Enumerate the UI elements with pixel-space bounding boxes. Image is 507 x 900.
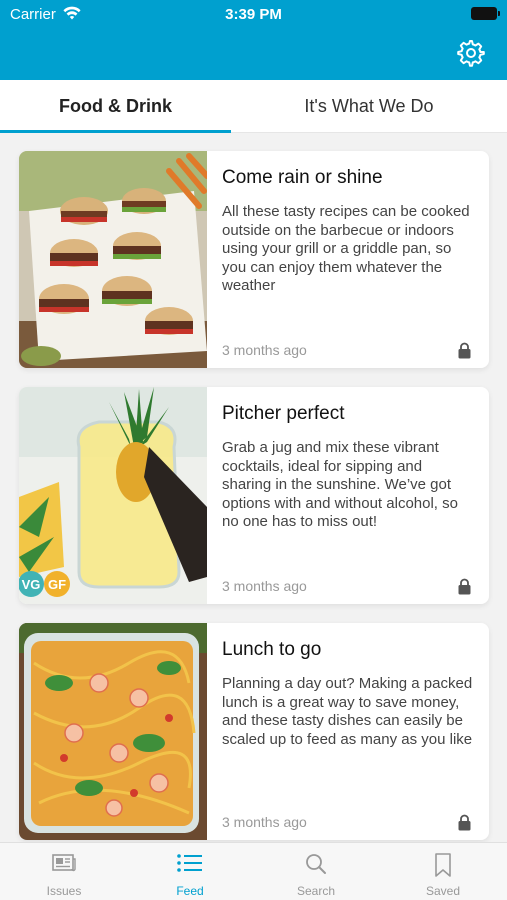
vegan-badge: VG xyxy=(22,577,41,592)
clock: 3:39 PM xyxy=(225,6,282,23)
article-description: Grab a jug and mix these vibrant cocktai… xyxy=(222,439,458,530)
tab-its-what-we-do[interactable]: It's What We Do xyxy=(231,80,507,133)
article-date: 3 months ago xyxy=(222,578,307,594)
article-date: 3 months ago xyxy=(222,342,307,358)
list-icon xyxy=(177,854,202,872)
pineapple-pitcher-photo: VG GF xyxy=(19,387,207,604)
tab-bar-issues[interactable]: Issues xyxy=(1,843,127,900)
article-card-come-rain-or-shine[interactable]: Come rain or shine All these tasty recip… xyxy=(19,151,489,368)
article-title: Lunch to go xyxy=(222,639,322,660)
article-description: All these tasty recipes can be cooked ou… xyxy=(222,203,470,294)
lock-icon xyxy=(458,814,471,831)
gluten-free-badge: GF xyxy=(48,577,66,592)
app-header: Carrier 3:39 PM xyxy=(0,0,507,80)
tab-bar-label: Feed xyxy=(176,884,204,898)
search-icon xyxy=(306,854,326,874)
active-tab-indicator xyxy=(0,130,231,133)
lock-icon xyxy=(458,578,471,595)
battery-icon xyxy=(471,7,500,20)
tab-bar-search[interactable]: Search xyxy=(253,843,379,900)
article-card-lunch-to-go[interactable]: Lunch to go Planning a day out? Making a… xyxy=(19,623,489,840)
article-date: 3 months ago xyxy=(222,814,307,830)
newspaper-icon xyxy=(52,854,76,872)
article-title: Come rain or shine xyxy=(222,167,383,188)
tab-bar-saved[interactable]: Saved xyxy=(380,843,506,900)
article-title: Pitcher perfect xyxy=(222,403,345,424)
article-card-pitcher-perfect[interactable]: VG GF Pitcher perfect Grab a jug and mix… xyxy=(19,387,489,604)
tab-bar-label: Issues xyxy=(46,884,82,898)
grilled-burgers-photo xyxy=(19,151,207,368)
tab-bar-label: Search xyxy=(296,884,336,898)
lock-icon xyxy=(458,342,471,359)
gear-icon[interactable] xyxy=(455,38,485,68)
status-bar: Carrier 3:39 PM xyxy=(0,0,507,28)
tab-food-drink[interactable]: Food & Drink xyxy=(0,80,231,133)
article-description: Planning a day out? Making a packed lunc… xyxy=(222,675,473,748)
section-tabs: Food & Drink It's What We Do xyxy=(0,80,507,133)
tab-bar-label: Saved xyxy=(425,884,461,898)
bottom-tab-bar: Issues Feed Search Saved xyxy=(0,842,507,900)
noodle-salad-photo xyxy=(19,623,207,840)
bookmark-icon xyxy=(435,853,451,877)
tab-bar-feed[interactable]: Feed xyxy=(127,843,253,900)
